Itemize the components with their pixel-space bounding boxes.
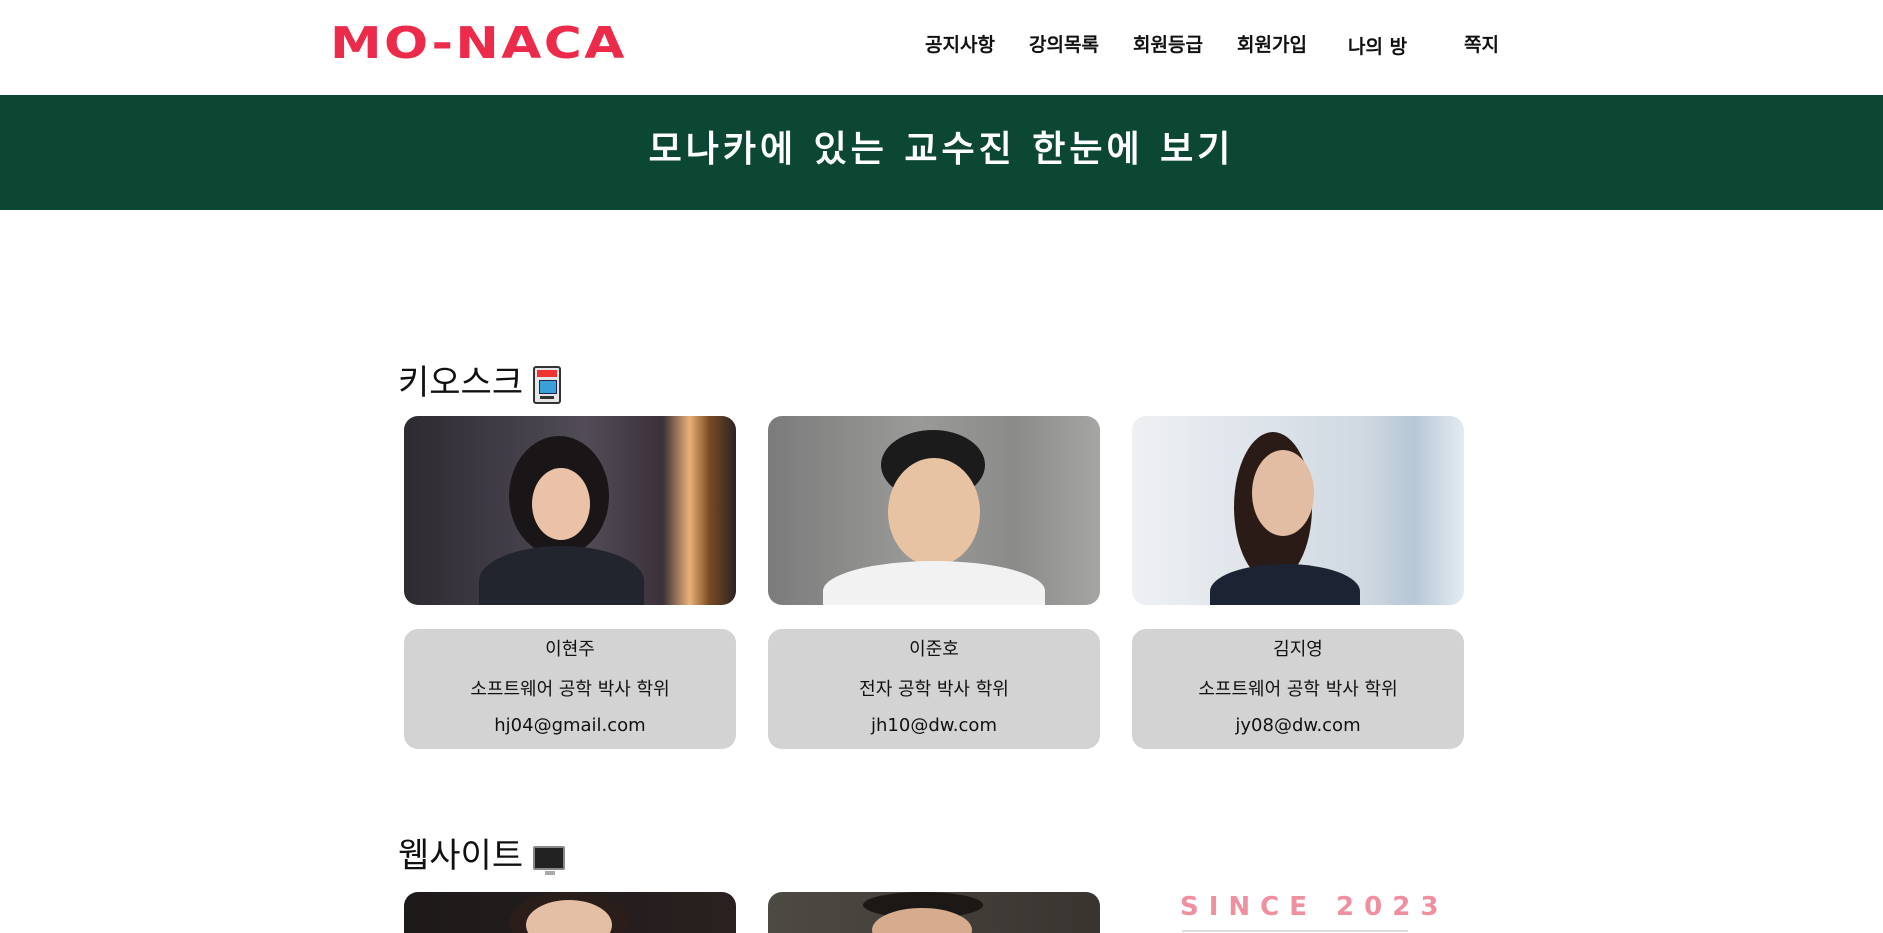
professor-card: 이준호 전자 공학 박사 학위 jh10@dw.com — [768, 629, 1100, 749]
site-header: MO-NACA 공지사항 강의목록 회원등급 회원가입 나의 방 쪽지 — [0, 0, 1883, 95]
professor-degree: 소프트웨어 공학 박사 학위 — [470, 679, 670, 700]
professor-photo — [1132, 416, 1464, 605]
professor-photo — [404, 892, 736, 933]
nav-signup[interactable]: 회원가입 — [1237, 30, 1307, 57]
professor-card: 이현주 소프트웨어 공학 박사 학위 hj04@gmail.com — [404, 629, 736, 749]
nav-messages[interactable]: 쪽지 — [1464, 30, 1499, 57]
section-title-website: 웹사이트 — [398, 828, 566, 877]
page-banner: 모나카에 있는 교수진 한눈에 보기 — [0, 95, 1883, 210]
nav-my-room[interactable]: 나의 방 — [1348, 32, 1407, 59]
professor-degree: 소프트웨어 공학 박사 학위 — [1198, 679, 1398, 700]
professor-email: jy08@dw.com — [1235, 715, 1361, 736]
professor-email: hj04@gmail.com — [494, 715, 646, 736]
professor-name: 이준호 — [909, 639, 959, 660]
desktop-computer-icon — [533, 845, 566, 875]
divider — [1182, 930, 1408, 932]
section-title-text: 웹사이트 — [398, 836, 524, 876]
professor-name: 김지영 — [1273, 639, 1323, 660]
since-text: SINCE 2023 — [1180, 892, 1449, 922]
banner-title: 모나카에 있는 교수진 한눈에 보기 — [648, 129, 1235, 170]
professor-card: 김지영 소프트웨어 공학 박사 학위 jy08@dw.com — [1132, 629, 1464, 749]
professor-photo — [768, 892, 1100, 933]
site-logo[interactable]: MO-NACA — [330, 14, 627, 74]
atm-icon — [533, 365, 562, 404]
nav-membership-level[interactable]: 회원등급 — [1133, 30, 1203, 57]
professor-email: jh10@dw.com — [871, 715, 997, 736]
professor-photo — [404, 416, 736, 605]
professor-degree: 전자 공학 박사 학위 — [859, 679, 1009, 700]
section-title-kiosk: 키오스크 — [398, 355, 562, 404]
professor-photo — [768, 416, 1100, 605]
section-title-text: 키오스크 — [398, 363, 524, 403]
professor-name: 이현주 — [545, 639, 595, 660]
nav-courses[interactable]: 강의목록 — [1029, 30, 1099, 57]
nav-notice[interactable]: 공지사항 — [925, 30, 995, 57]
